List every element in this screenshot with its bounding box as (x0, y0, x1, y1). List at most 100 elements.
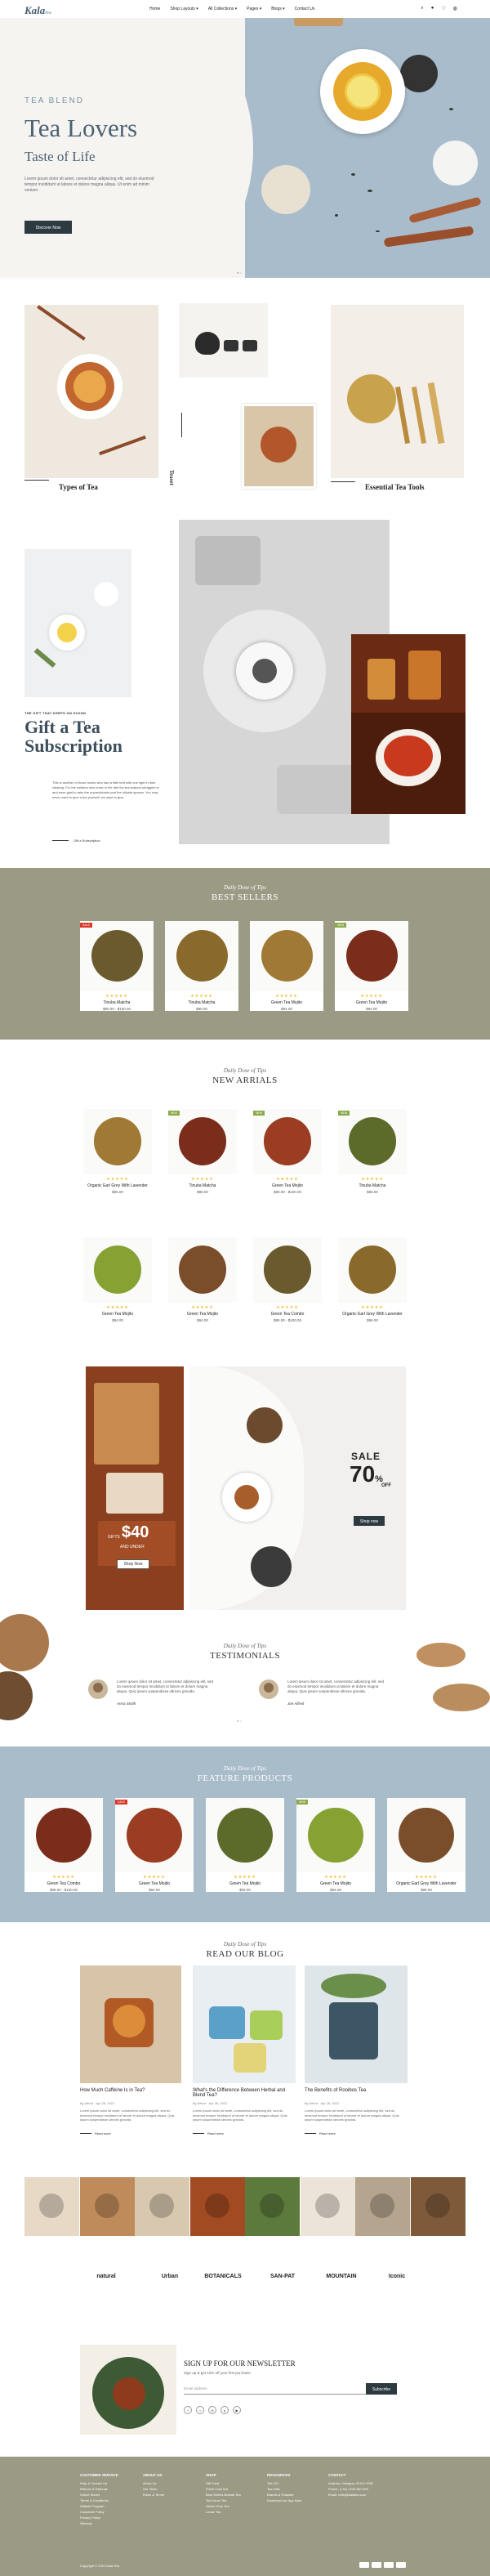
product-card[interactable]: ★★★★★ Tinuba Matcha $86.00 (165, 921, 238, 1011)
site-logo[interactable]: Kalatea (24, 4, 51, 17)
instagram-photo[interactable] (300, 2177, 355, 2236)
instagram-photo[interactable] (135, 2177, 189, 2236)
essential-tea-tools-caption[interactable]: Essential Tea Tools (365, 483, 425, 491)
product-card[interactable]: ★★★★★ Organic Earl Grey With Lavender $96.… (338, 1237, 407, 1322)
discover-now-button[interactable]: Discover Now (24, 221, 72, 234)
product-name[interactable]: Green Tea Mojito (253, 1183, 322, 1188)
twitter-icon[interactable]: t (196, 2406, 204, 2414)
brand-logo[interactable]: MOUNTAIN (317, 2274, 366, 2279)
product-image[interactable] (387, 1798, 466, 1873)
footer-link[interactable]: Gluten Free Tea (206, 2503, 263, 2509)
gifts-under-40-banner[interactable]: GIFTS $40 AND UNDER Shop Now (86, 1366, 184, 1610)
footer-link[interactable]: Privacy Policy (80, 2515, 137, 2520)
product-name[interactable]: Green Tea Mojito (168, 1312, 237, 1317)
product-image[interactable] (338, 1237, 407, 1303)
blog-image[interactable] (305, 1966, 408, 2083)
product-card[interactable]: NEW ★★★★★ Tinuba Matcha $86.00 (338, 1109, 407, 1194)
footer-link[interactable]: Help & Contact Us (80, 2480, 137, 2486)
gifts-shop-now-button[interactable]: Shop Now (117, 1559, 149, 1569)
nav-all-collections[interactable]: All Collections ▾ (208, 7, 237, 11)
footer-link[interactable]: Terms & Conditions (80, 2498, 137, 2503)
product-name[interactable]: Green Tea Mojito (206, 1881, 284, 1886)
product-name[interactable]: Tinuba Matcha (168, 1183, 237, 1188)
teaset-caption[interactable]: Teaset (168, 470, 175, 485)
instagram-photo[interactable] (24, 2177, 79, 2236)
footer-link[interactable]: Tea Gifts (267, 2486, 324, 2492)
instagram-photo[interactable] (355, 2177, 410, 2236)
footer-link[interactable]: Rules & Terms (143, 2492, 200, 2498)
footer-link[interactable]: Best Sellers Brands Tea (206, 2492, 263, 2498)
read-more-link[interactable]: Read more (319, 2131, 336, 2135)
product-image[interactable] (250, 921, 323, 991)
nav-shop-layouts[interactable]: Shop Layouts ▾ (170, 7, 198, 11)
product-name[interactable]: Tinuba Matcha (80, 1000, 154, 1005)
footer-link[interactable]: Affiliate Program (80, 2503, 137, 2509)
cart-icon[interactable]: ◍ (453, 6, 457, 11)
teaset-image[interactable] (179, 303, 268, 378)
instagram-photo[interactable] (79, 2177, 135, 2236)
essential-tea-tools-image[interactable] (331, 305, 464, 478)
product-name[interactable]: Green Tea Combo (253, 1312, 322, 1317)
footer-link[interactable]: Tea 101 (267, 2480, 324, 2486)
brand-logo[interactable]: natural (82, 2274, 131, 2279)
product-image[interactable] (165, 921, 238, 991)
product-image[interactable]: NEW (168, 1109, 237, 1174)
nav-blogs[interactable]: Blogs ▾ (271, 7, 284, 11)
footer-link[interactable]: Phone: (+44) 1234 567 890 (328, 2486, 418, 2492)
instagram-icon[interactable]: ◎ (208, 2406, 216, 2414)
product-image[interactable] (168, 1237, 237, 1303)
facebook-icon[interactable]: f (184, 2406, 192, 2414)
product-name[interactable]: Organic Earl Grey With Lavender (387, 1881, 466, 1886)
brand-logo[interactable]: Iconic (372, 2274, 421, 2279)
product-card[interactable]: ★★★★★ Organic Earl Grey With Lavender $96.… (83, 1109, 152, 1194)
nav-contact[interactable]: Contact Us (295, 7, 315, 11)
product-name[interactable]: Green Tea Mojito (335, 1000, 408, 1005)
brand-logo[interactable]: Urban (145, 2274, 194, 2279)
product-name[interactable]: Green Tea Mojito (83, 1312, 152, 1317)
instagram-photo[interactable] (189, 2177, 245, 2236)
blog-title[interactable]: How Much Caffeine Is in Tea? (80, 2088, 181, 2093)
blog-title[interactable]: The Benefits of Rooibos Tea (305, 2088, 406, 2093)
product-image[interactable]: SALE (80, 921, 154, 991)
product-card[interactable]: ★★★★★ Organic Earl Grey With Lavender $96.… (387, 1798, 466, 1893)
sale-banner[interactable]: SALE 70% OFF Shop now (189, 1366, 406, 1610)
product-card[interactable]: ★★★★★ Green Tea Mojito $94.00 (168, 1237, 237, 1322)
youtube-icon[interactable]: ▶ (233, 2406, 241, 2414)
read-more-link[interactable]: Read more (207, 2131, 224, 2135)
product-image[interactable]: NEW (296, 1798, 375, 1873)
product-name[interactable]: Green Tea Mojito (250, 1000, 323, 1005)
footer-link[interactable]: Loose Tea (206, 2509, 263, 2515)
product-card[interactable]: ★★★★★ Green Tea Combo $86.00 - $100.00 (24, 1798, 103, 1893)
product-name[interactable]: Tinuba Matcha (338, 1183, 407, 1188)
footer-link[interactable]: Online Stores (80, 2492, 137, 2498)
product-card[interactable]: SALE ★★★★★ Tinuba Matcha $80.00 - $100.00 (80, 921, 154, 1011)
product-image[interactable]: NEW (253, 1109, 322, 1174)
search-icon[interactable]: ⌕ (421, 6, 423, 11)
pinterest-icon[interactable]: p (220, 2406, 229, 2414)
footer-link[interactable]: Download our App Now (267, 2498, 324, 2503)
product-name[interactable]: Tinuba Matcha (165, 1000, 238, 1005)
product-name[interactable]: Organic Earl Grey With Lavender (338, 1312, 407, 1317)
wishlist-icon[interactable]: ♡ (441, 6, 445, 11)
product-image[interactable] (24, 1798, 103, 1873)
product-image[interactable] (83, 1237, 152, 1303)
brand-logo[interactable]: BOTANICALS (198, 2274, 247, 2279)
footer-link[interactable]: Tea Vorce Tea (206, 2498, 263, 2503)
footer-link[interactable]: Email: hello@kalatea.com (328, 2492, 418, 2498)
testimonial-dots[interactable]: ● ○ (237, 1719, 242, 1723)
product-card[interactable]: ★★★★★ Green Tea Mojito $94.00 (206, 1798, 284, 1893)
product-card[interactable]: ★★★★★ Green Tea Mojito $94.00 (250, 921, 323, 1011)
subscribe-button[interactable]: Subscribe (366, 2383, 397, 2395)
product-image[interactable] (253, 1237, 322, 1303)
product-image[interactable] (206, 1798, 284, 1873)
types-of-tea-caption[interactable]: Types of Tea (59, 483, 98, 491)
product-card[interactable]: NEW ★★★★★ Tinuba Matcha $86.00 (168, 1109, 237, 1194)
product-name[interactable]: Green Tea Mojito (296, 1881, 375, 1886)
footer-link[interactable]: Our Team (143, 2486, 200, 2492)
footer-link[interactable]: Gift Card (206, 2480, 263, 2486)
product-image[interactable]: NEW (338, 1109, 407, 1174)
product-card[interactable]: NEW ★★★★★ Green Tea Mojito $94.00 (335, 921, 408, 1011)
types-of-tea-image[interactable] (24, 305, 158, 478)
product-name[interactable]: Organic Earl Grey With Lavender (83, 1183, 152, 1188)
blog-image[interactable] (193, 1966, 296, 2083)
